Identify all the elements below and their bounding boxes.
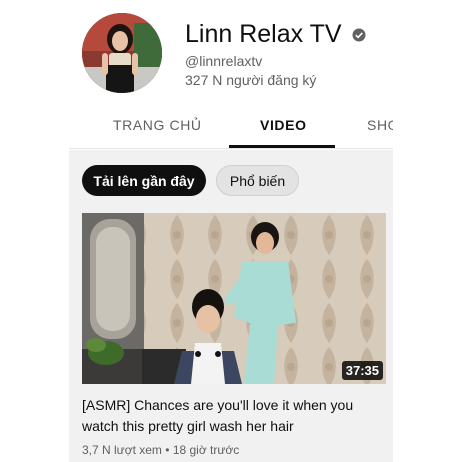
channel-header: Linn Relax TV @linnrelaxtv 327 N người đ…: [69, 0, 393, 150]
channel-handle: @linnrelaxtv: [185, 53, 263, 69]
tab-shorts[interactable]: SHO: [367, 117, 393, 133]
channel-avatar[interactable]: [82, 13, 162, 93]
subscriber-count: 327 N người đăng ký: [185, 72, 317, 88]
avatar-image: [82, 13, 162, 93]
view-count: 3,7 N lượt xem: [82, 443, 162, 457]
filter-chip-recent[interactable]: Tải lên gần đây: [82, 165, 206, 196]
filter-chip-popular[interactable]: Phổ biến: [216, 165, 299, 196]
video-title[interactable]: [ASMR] Chances are you'll love it when y…: [82, 395, 382, 437]
video-metadata: 3,7 N lượt xem • 18 giờ trước: [82, 443, 239, 457]
thumbnail-image: [82, 213, 386, 384]
upload-age: 18 giờ trước: [172, 443, 240, 457]
verified-check-icon: [352, 28, 366, 41]
tab-home[interactable]: TRANG CHỦ: [113, 117, 202, 133]
channel-title-row: Linn Relax TV: [185, 20, 366, 49]
tabs-divider: [69, 148, 393, 149]
video-duration-badge: 37:35: [341, 361, 383, 380]
channel-name: Linn Relax TV: [185, 20, 342, 48]
meta-separator: •: [165, 443, 170, 457]
video-thumbnail[interactable]: 37:35: [82, 213, 386, 384]
channel-page: Linn Relax TV @linnrelaxtv 327 N người đ…: [69, 0, 393, 462]
tab-video[interactable]: VIDEO: [260, 117, 307, 133]
